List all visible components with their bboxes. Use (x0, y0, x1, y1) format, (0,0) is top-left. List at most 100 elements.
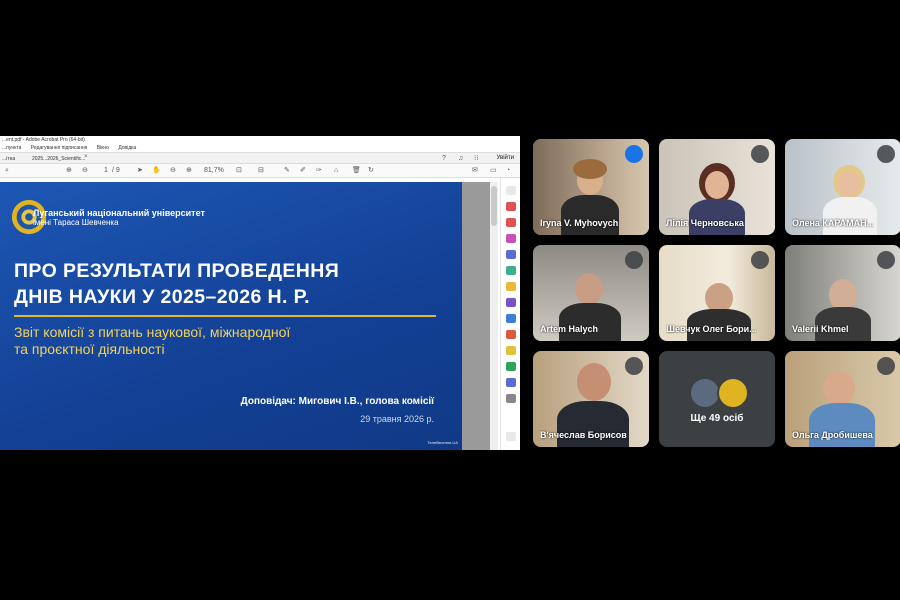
search-icon[interactable]: ⌕ (5, 167, 9, 175)
tab-document[interactable]: 2025...2026_Scientific... (32, 155, 85, 163)
participant-body (809, 403, 875, 447)
title-divider (14, 315, 436, 317)
participant-name: В'ячеслав Борисов (540, 430, 627, 440)
participant-name: Ольга Дробишева (792, 430, 873, 440)
menu-item[interactable]: ...пункта (2, 145, 21, 151)
account-icon[interactable]: ◔ (506, 167, 510, 175)
mic-off-icon (625, 357, 643, 375)
participant-tile[interactable]: Ольга Дробишева (785, 351, 900, 447)
participant-name: Лілія Черновська (666, 218, 744, 228)
print-production-icon[interactable] (506, 362, 516, 371)
page-total: / 9 (112, 167, 120, 174)
participant-name: Iryna V. Myhovych (540, 218, 619, 228)
window-title: ...ent.pdf - Adobe Acrobat Pro (64-bit) (0, 136, 520, 144)
delete-icon[interactable]: 🗑 (352, 167, 361, 175)
participant-name: Artem Halych (540, 324, 599, 334)
organize-pages-icon[interactable] (506, 266, 516, 275)
participant-name: Шевчук Олег Бори... (666, 324, 757, 334)
scan-ocr-icon[interactable] (506, 314, 516, 323)
page-margin (462, 182, 490, 450)
participant-face (705, 171, 729, 199)
participant-face (575, 273, 603, 305)
university-avatar (717, 377, 749, 409)
slide-subtitle-line2: та проєктної діяльності (14, 341, 165, 357)
participant-tile[interactable]: Олена КАРАМАН... (785, 139, 900, 235)
protect-icon[interactable] (506, 298, 516, 307)
zoom-in-icon[interactable]: ⊕ (186, 167, 192, 175)
mic-off-icon (877, 357, 895, 375)
participant-tile[interactable]: В'ячеслав Борисов (533, 351, 649, 447)
slide-title: ПРО РЕЗУЛЬТАТИ ПРОВЕДЕННЯ (14, 260, 340, 282)
fill-sign-icon[interactable] (506, 282, 516, 291)
scroll-mode-icon[interactable]: ⊟ (258, 167, 264, 175)
fit-page-icon[interactable]: ⊡ (236, 167, 242, 175)
participant-hair (573, 159, 607, 179)
comment-tool-icon[interactable] (506, 250, 516, 259)
speaker-line: Доповідач: Мигович І.В., голова комісії (240, 396, 434, 407)
highlight-icon[interactable]: ✐ (300, 167, 306, 175)
participant-tile[interactable]: Iryna V. Myhovych (533, 139, 649, 235)
menu-item-help[interactable]: Довідка (118, 145, 136, 151)
participant-tile[interactable]: Valerii Khmel (785, 245, 900, 341)
help-icon[interactable]: ? (442, 155, 446, 163)
participant-body (557, 401, 629, 447)
participant-tile[interactable]: Шевчук Олег Бори... (659, 245, 775, 341)
sign-in-button[interactable]: Увійти (497, 155, 514, 161)
menu-item[interactable]: Редагування підписання (31, 145, 88, 151)
cursor-icon[interactable]: ➤ (137, 167, 143, 175)
zoom-tool-icon[interactable] (506, 186, 516, 195)
toolbar: ⌕ ⊕ ⊖ 1 / 9 ➤ ✋ ⊖ ⊕ 81,7% ⊡ ⊟ ✎ ✐ ✑ ⌂ 🗑 … (0, 164, 520, 178)
pdf-viewer-window: ...ent.pdf - Adobe Acrobat Pro (64-bit) … (0, 136, 520, 450)
edit-pdf-icon[interactable] (506, 234, 516, 243)
email-icon[interactable]: ✉ (472, 167, 478, 175)
menu-bar: ...пункта Редагування підписання Вікно Д… (0, 144, 520, 152)
participant-body (689, 199, 745, 235)
mic-off-icon (877, 145, 895, 163)
page-up-icon[interactable]: ⊕ (66, 167, 72, 175)
slide-subtitle: Звіт комісії з питань наукової, міжнарод… (14, 324, 291, 340)
mic-off-icon (751, 145, 769, 163)
stamp-icon[interactable]: ⌂ (334, 167, 338, 175)
participant-face (838, 171, 860, 197)
measure-icon[interactable] (506, 346, 516, 355)
zoom-out-icon[interactable]: ⊖ (170, 167, 176, 175)
participant-body (559, 303, 621, 341)
speaking-indicator-icon (625, 145, 643, 163)
draw-icon[interactable]: ✑ (316, 167, 322, 175)
redact-icon[interactable] (506, 378, 516, 387)
create-pdf-icon[interactable] (506, 218, 516, 227)
comment-icon[interactable]: ✎ (284, 167, 290, 175)
university-name: Луганський національний університет (33, 208, 205, 218)
slide-title-line2: ДНІВ НАУКИ У 2025–2026 Н. Р. (14, 286, 310, 308)
watermark: Телебачення.UA (427, 440, 458, 445)
participant-tile[interactable]: Лілія Черновська (659, 139, 775, 235)
participant-name: Valerii Khmel (792, 324, 849, 334)
participant-face (577, 363, 611, 401)
slide-date: 29 травня 2026 р. (360, 414, 434, 424)
menu-item-window[interactable]: Вікно (97, 145, 109, 151)
more-participants-label: Ще 49 осіб (690, 413, 744, 424)
scrollbar-thumb[interactable] (491, 186, 497, 226)
close-tab-icon[interactable]: × (84, 154, 88, 160)
tab-home[interactable]: ...ітна (2, 155, 15, 163)
mic-off-icon (877, 251, 895, 269)
collapse-rail-icon[interactable] (506, 432, 516, 441)
save-icon[interactable]: ▭ (490, 167, 497, 175)
university-name-line2: імені Тараса Шевченка (33, 218, 119, 227)
participant-body (561, 195, 619, 235)
rotate-icon[interactable]: ↻ (368, 167, 374, 175)
bell-icon[interactable]: ♫ (458, 155, 463, 163)
page-number-input[interactable]: 1 (104, 167, 108, 175)
more-participants-tile[interactable]: Ще 49 осіб (659, 351, 775, 447)
participant-face (823, 371, 855, 405)
page-down-icon[interactable]: ⊖ (82, 167, 88, 175)
stamp-tool-icon[interactable] (506, 330, 516, 339)
participant-tile[interactable]: Artem Halych (533, 245, 649, 341)
export-pdf-icon[interactable] (506, 202, 516, 211)
apps-grid-icon[interactable]: ⁝⁝ (474, 155, 478, 163)
zoom-level[interactable]: 81,7% (204, 167, 224, 175)
tab-bar: ...ітна 2025...2026_Scientific... × ? ♫ … (0, 152, 520, 164)
participant-body (823, 197, 877, 235)
more-tools-icon[interactable] (506, 394, 516, 403)
hand-icon[interactable]: ✋ (152, 167, 161, 175)
